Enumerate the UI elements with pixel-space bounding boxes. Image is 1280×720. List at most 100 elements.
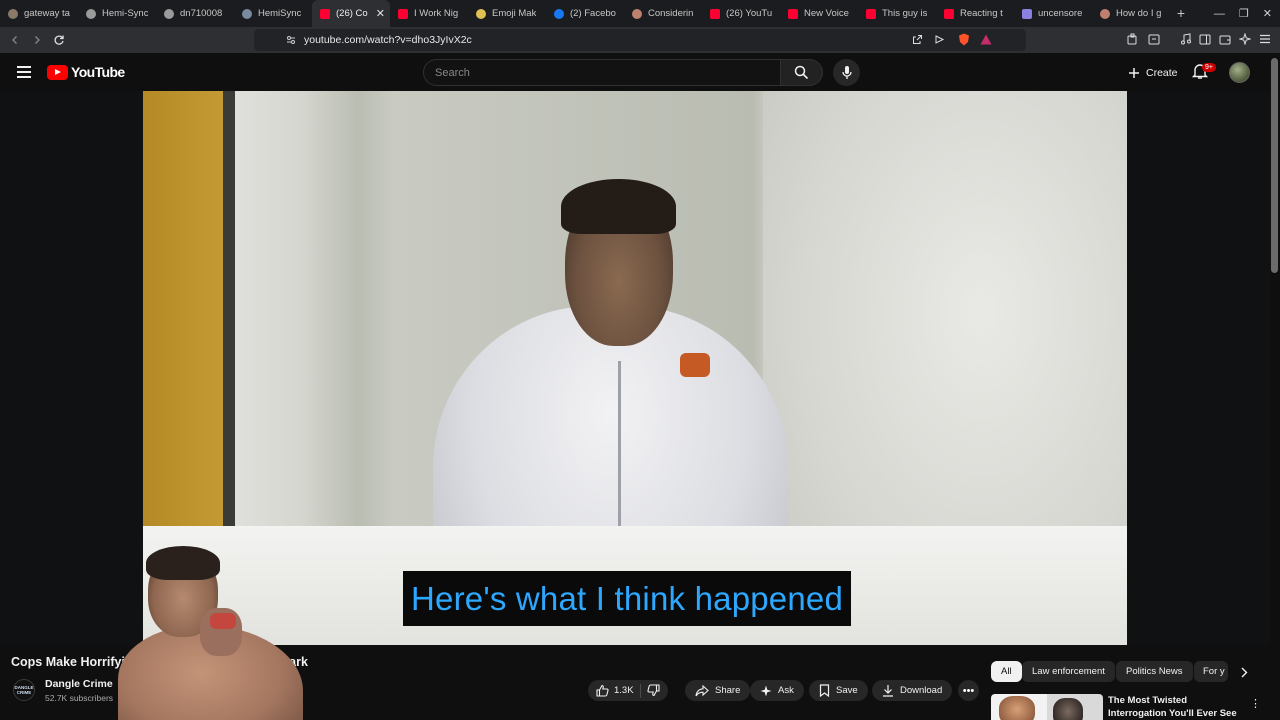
download-label: Download <box>900 685 943 696</box>
youtube-favicon-icon <box>710 8 720 19</box>
browser-tab[interactable]: uncensore <box>1014 0 1092 27</box>
back-button[interactable] <box>5 30 25 50</box>
create-label: Create <box>1146 66 1178 79</box>
recommended-more-icon[interactable]: ⋮ <box>1250 697 1261 710</box>
caption-text: Here's what I think happened <box>411 579 844 617</box>
video-subject-hair <box>561 179 676 234</box>
webcam-person-hair <box>146 546 220 580</box>
chip-all[interactable]: All <box>991 661 1022 682</box>
chevron-right-icon <box>1241 667 1248 677</box>
browser-tab[interactable]: Hemi-Sync <box>78 0 156 27</box>
browser-tab[interactable]: How do I g <box>1092 0 1170 27</box>
chip-politics-news[interactable]: Politics News <box>1116 661 1193 682</box>
voice-search-button[interactable] <box>833 59 860 86</box>
share-label: Share <box>715 685 741 696</box>
tab-favicon-icon <box>242 8 252 19</box>
extensions-icon[interactable] <box>1126 32 1140 46</box>
browser-tab[interactable]: New Voice <box>780 0 858 27</box>
plus-icon <box>1129 67 1139 78</box>
share-arrow-icon <box>695 684 709 696</box>
bookmark-save-icon <box>819 684 830 697</box>
video-title-start: Cops Make Horrifyi <box>11 655 125 669</box>
share-button[interactable]: Share <box>685 680 751 701</box>
thumbs-up-icon <box>596 684 609 697</box>
open-external-icon[interactable] <box>910 32 924 46</box>
close-tab-icon[interactable]: ✕ <box>376 7 385 20</box>
forward-button[interactable] <box>27 30 47 50</box>
webcam-held-object <box>210 613 236 629</box>
browser-tab[interactable]: dn710008 <box>156 0 234 27</box>
create-button[interactable]: Create <box>1118 59 1188 86</box>
download-button[interactable]: Download <box>872 680 953 701</box>
subscriber-count: 52.7K subscribers <box>45 693 114 703</box>
page-scrollbar[interactable] <box>1271 58 1278 273</box>
browser-tab-active[interactable]: (26) Co ✕ <box>312 0 390 27</box>
browser-tab[interactable]: Reacting t <box>936 0 1014 27</box>
site-info-icon[interactable] <box>286 35 296 45</box>
browser-tab[interactable]: Emoji Mak <box>468 0 546 27</box>
tab-favicon-icon <box>164 8 174 19</box>
dislike-button[interactable] <box>646 684 660 697</box>
leo-ai-icon[interactable] <box>1238 32 1252 46</box>
browser-tab[interactable]: This guy is <box>858 0 936 27</box>
brave-rewards-icon[interactable] <box>979 32 993 46</box>
reload-button[interactable] <box>49 30 69 50</box>
browser-tab[interactable]: I Work Nig <box>390 0 468 27</box>
forward-arrow-icon <box>35 36 40 44</box>
video-caption: Here's what I think happened <box>403 571 852 626</box>
tab-favicon-icon <box>1022 8 1032 19</box>
maximize-icon[interactable]: ❐ <box>1239 7 1249 20</box>
brave-shields-icon[interactable] <box>957 32 971 46</box>
browser-menu-icon[interactable] <box>1258 32 1272 46</box>
chip-for-you[interactable]: For y <box>1194 661 1228 682</box>
sparkle-icon <box>760 685 772 696</box>
youtube-favicon-icon <box>866 8 876 19</box>
search-button[interactable] <box>781 59 823 86</box>
youtube-logo[interactable]: YouTube <box>47 64 125 80</box>
like-button[interactable]: 1.3K <box>596 684 634 697</box>
sidebar-wallet-icon[interactable] <box>1147 32 1161 46</box>
search-placeholder: Search <box>435 67 470 79</box>
sidebar-toggle-icon[interactable] <box>1198 32 1212 46</box>
search-input[interactable]: Search <box>423 59 781 86</box>
browser-tab[interactable]: (2) Facebo <box>546 0 624 27</box>
tab-favicon-icon <box>476 8 486 19</box>
channel-name[interactable]: Dangle Crime <box>45 678 113 690</box>
tab-favicon-icon <box>86 8 96 19</box>
url-text: youtube.com/watch?v=dho3JyIvX2c <box>304 34 472 46</box>
send-to-device-icon[interactable] <box>932 32 946 46</box>
hamburger-menu-icon[interactable] <box>17 66 31 78</box>
tab-favicon-icon <box>1100 8 1110 19</box>
channel-avatar[interactable]: DANGLE CRIME <box>13 679 35 701</box>
save-button[interactable]: Save <box>809 680 868 701</box>
close-window-icon[interactable]: ✕ <box>1263 7 1272 20</box>
ask-button[interactable]: Ask <box>750 680 804 701</box>
browser-tab[interactable]: gateway ta <box>0 0 78 27</box>
microphone-icon <box>841 66 852 79</box>
browser-tab[interactable]: HemiSync <box>234 0 312 27</box>
reload-icon <box>54 35 64 45</box>
youtube-favicon-icon <box>944 8 954 19</box>
like-count: 1.3K <box>614 685 634 696</box>
account-avatar[interactable] <box>1229 62 1250 83</box>
wallet-icon[interactable] <box>1218 32 1232 46</box>
chip-law-enforcement[interactable]: Law enforcement <box>1022 661 1115 682</box>
chips-next-button[interactable] <box>1236 664 1252 680</box>
new-tab-button[interactable]: + <box>1170 0 1192 27</box>
music-icon[interactable] <box>1178 32 1192 46</box>
more-horizontal-icon: ••• <box>962 684 975 697</box>
more-actions-button[interactable]: ••• <box>958 680 979 701</box>
thumbnail-face-left <box>999 696 1035 720</box>
facebook-favicon-icon <box>554 8 564 19</box>
save-label: Save <box>836 685 858 696</box>
minimize-icon[interactable]: — <box>1214 8 1225 20</box>
browser-tab[interactable]: Considerin <box>624 0 702 27</box>
thumbnail-face-right <box>1053 698 1083 720</box>
tab-favicon-icon <box>8 8 18 19</box>
recommended-video-title[interactable]: The Most Twisted Interrogation You'll Ev… <box>1108 694 1248 720</box>
like-dislike-group: 1.3K <box>588 680 668 701</box>
browser-tab[interactable]: (26) YouTu <box>702 0 780 27</box>
recommended-video-thumbnail[interactable] <box>991 694 1103 720</box>
youtube-favicon-icon <box>398 8 408 19</box>
youtube-favicon-icon <box>320 8 330 19</box>
